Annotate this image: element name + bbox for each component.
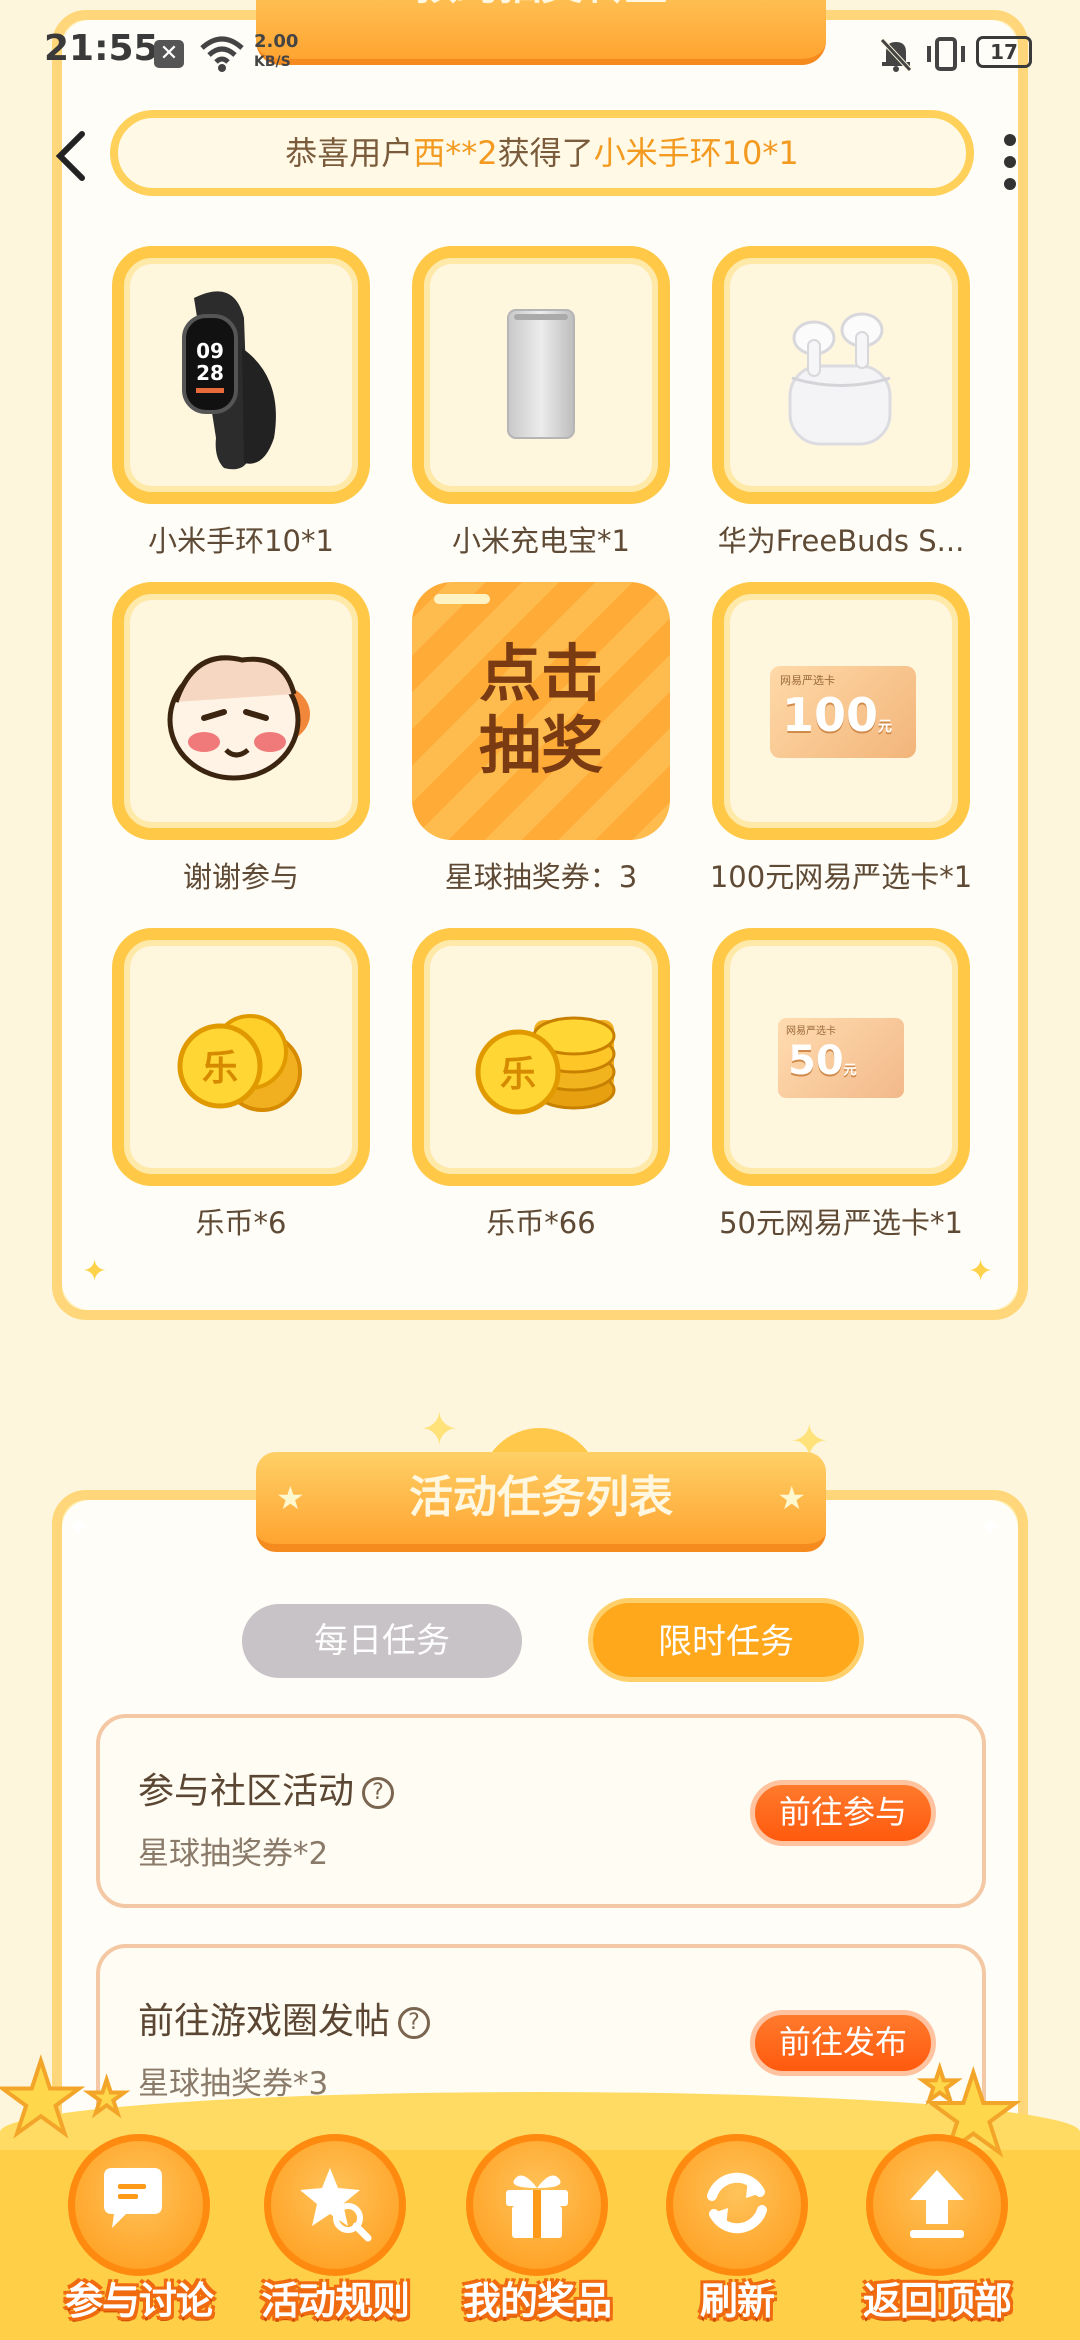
nav-label: 活动规则 [260,2279,410,2323]
prize-card-giftcard-50: 网易严选卡 50元 [712,928,970,1186]
prize-card-earbuds [712,246,970,504]
notification-x-icon: ✕ [154,40,184,68]
coins-icon: 乐 [475,1016,616,1115]
prize-label: 乐币*66 [486,1206,596,1240]
prize-label: 谢谢参与 [182,860,299,894]
winner-banner: 恭喜用户西**2获得了小米手环10*1 [110,110,974,196]
chat-bubbles-icon [104,2168,162,2228]
star-icon: ★ [276,1479,305,1517]
nav-refresh[interactable]: 刷新 [652,2118,822,2340]
draw-button[interactable]: 点击 抽奖 [412,582,670,840]
card-brand: 网易严选卡 [780,674,835,687]
nav-discuss[interactable]: 参与讨论 [54,2118,224,2340]
power-bank-icon [507,309,575,439]
nav-label: 刷新 [699,2279,775,2323]
join-activity-button[interactable]: 前往参与 [750,1780,936,1846]
sparkle-icon: ✦ [968,1254,994,1289]
sparkle-icon: ✦ [82,1254,108,1289]
sparkle-icon: ✦ [66,1510,90,1543]
speed-unit: KB/S [254,54,291,70]
mascot-icon [167,655,310,781]
prize-label: 华为FreeBuds S... [717,524,965,558]
banner-prize: 小米手环10*1 [593,134,799,172]
gift-card-icon: 网易严选卡 50元 [778,1018,904,1098]
prize-card-coins-6: 乐 [112,928,370,1186]
task-title-text: 活动任务列表 [409,1472,673,1523]
tab-daily-tasks[interactable]: 每日任务 [242,1604,522,1678]
refresh-icon [707,2172,767,2234]
card-value: 100元 [782,688,893,742]
draw-line-1: 点击 [478,637,603,710]
draw-button-text: 点击 抽奖 [412,638,670,782]
prize-card-band: 09 28 [112,246,370,504]
task-list-title: ★ 活动任务列表 ★ [256,1452,826,1552]
card-value: 50元 [788,1038,857,1084]
star-search-icon [300,2168,372,2242]
prize-card-thanks [112,582,370,840]
nav-back-to-top[interactable]: 返回顶部 [852,2118,1022,2340]
more-options-icon[interactable] [1000,128,1020,190]
sparkle-icon: ✦ [420,1402,459,1456]
battery-indicator: 17 [976,36,1032,68]
wifi-icon [200,36,244,72]
nav-rules[interactable]: 活动规则 [250,2118,420,2340]
help-icon[interactable]: ? [362,1777,395,1809]
prize-card-coins-66: 乐 [412,928,670,1186]
svg-text:09: 09 [196,339,224,363]
back-arrow-icon[interactable] [48,126,96,186]
network-speed: 2.00 KB/S [254,32,298,72]
prize-card-powerbank [412,246,670,504]
banner-user: 西**2 [413,134,498,172]
go-post-button[interactable]: 前往发布 [750,2010,936,2076]
mute-bell-icon [880,38,912,72]
star-icon: ★ [777,1479,806,1517]
banner-middle: 获得了 [497,134,594,172]
help-icon[interactable]: ? [398,2007,431,2039]
prize-label: 小米充电宝*1 [452,524,630,558]
coins-icon: 乐 [177,1014,302,1112]
task-name: 参与社区活动? [138,1762,395,1814]
prize-label: 小米手环10*1 [148,524,334,558]
prize-label: 50元网易严选卡*1 [719,1206,963,1240]
gift-box-icon [506,2175,568,2238]
sparkle-icon: ✦ [978,1510,1002,1543]
banner-prefix: 恭喜用户 [285,134,414,172]
status-bar: 21:55 ✕ 2.00 KB/S 17 [0,0,1080,100]
nav-label: 参与讨论 [64,2279,214,2323]
vibrate-icon [927,37,965,71]
back-to-top-icon [910,2170,964,2238]
task-reward: 星球抽奖券*2 [138,1836,329,1872]
prize-label: 乐币*6 [195,1206,287,1240]
svg-text:乐: 乐 [500,1054,536,1095]
smart-band-icon: 09 28 [182,291,276,470]
shine-decoration [434,594,490,604]
nav-label: 返回顶部 [862,2279,1012,2323]
earbuds-icon [788,312,892,446]
prize-label: 100元网易严选卡*1 [709,860,973,894]
speed-value: 2.00 [254,31,299,52]
status-time: 21:55 [44,28,159,69]
svg-text:乐: 乐 [202,1048,238,1089]
gift-card-icon: 网易严选卡 100元 [770,666,916,758]
star-icon: ★ [84,2068,129,2126]
draw-line-2: 抽奖 [478,709,603,782]
task-name: 前往游戏圈发帖? [138,1992,431,2044]
prize-card-giftcard-100: 网易严选卡 100元 [712,582,970,840]
draw-ticket-count: 星球抽奖券：3 [444,860,638,894]
svg-text:28: 28 [196,361,224,385]
card-brand: 网易严选卡 [786,1026,836,1037]
star-icon: ★ [918,2058,961,2113]
nav-label: 我的奖品 [462,2279,612,2323]
tab-limited-tasks[interactable]: 限时任务 [588,1598,864,1682]
nav-my-prizes[interactable]: 我的奖品 [452,2118,622,2340]
task-card: 参与社区活动? 星球抽奖券*2 前往参与 [96,1714,986,1908]
